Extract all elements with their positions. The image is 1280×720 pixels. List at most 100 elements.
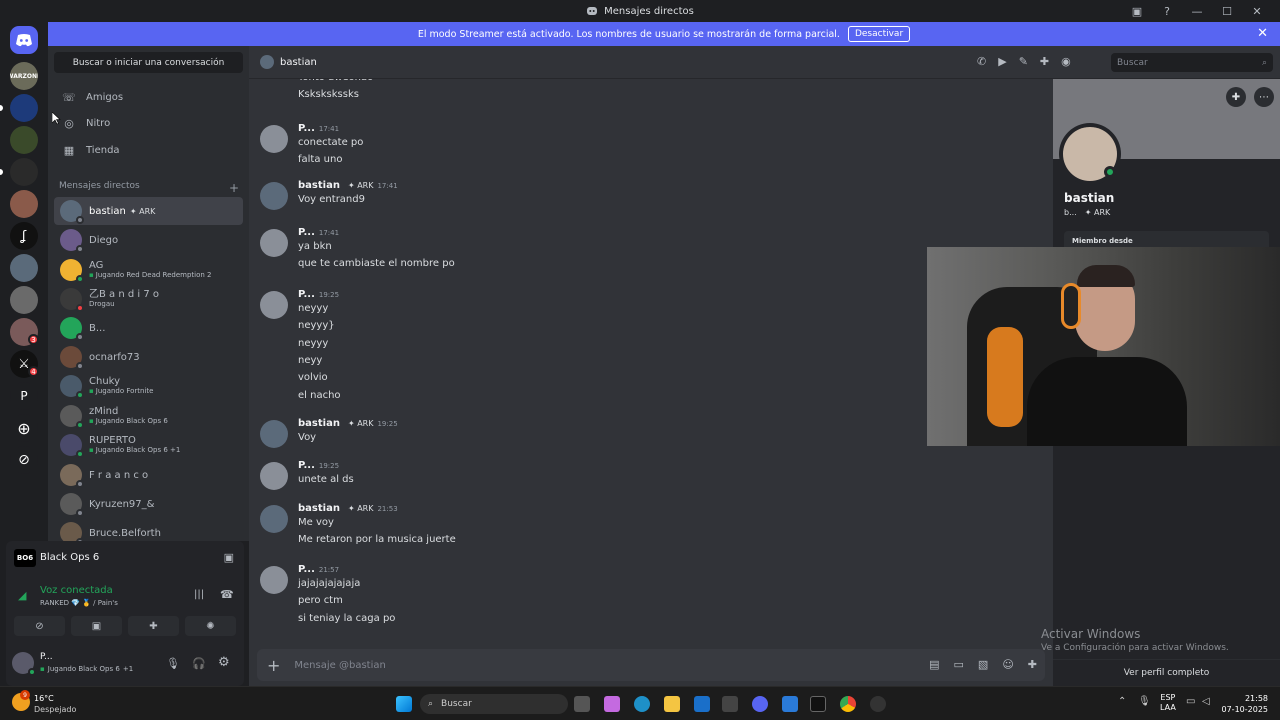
dm-item[interactable]: Diego (54, 226, 243, 254)
message-author[interactable]: P... (298, 460, 315, 471)
dm-item[interactable]: Bruce.Belforth (54, 519, 243, 541)
help-icon[interactable]: ? (1152, 0, 1182, 22)
home-button[interactable] (10, 26, 38, 54)
avatar[interactable] (260, 125, 288, 153)
avatar[interactable] (260, 420, 288, 448)
pin-icon[interactable]: ✎ (1019, 55, 1028, 68)
settings-icon[interactable]: ⚙ (218, 655, 230, 670)
avatar[interactable] (260, 229, 288, 257)
server-7[interactable] (10, 254, 38, 282)
microphone-icon[interactable]: 🎙 (166, 657, 180, 670)
add-attachment-icon[interactable]: + (267, 656, 280, 675)
inbox-icon[interactable]: ▣ (1122, 0, 1152, 22)
add-friend-icon[interactable]: ✚ (1226, 87, 1246, 107)
clock[interactable]: 21:58 07-10-2025 (1222, 693, 1269, 715)
headphones-icon[interactable]: 🎧 (192, 657, 206, 670)
dm-item[interactable]: 乙B a n d i 7 o Drogau (54, 285, 243, 313)
avatar[interactable] (260, 462, 288, 490)
more-options-icon[interactable]: ⋯ (1254, 87, 1274, 107)
noise-suppression-icon[interactable]: ||| (194, 589, 204, 600)
taskbar-search[interactable]: ⌕ Buscar (420, 694, 568, 714)
call-icon[interactable]: ✆ (977, 55, 986, 68)
create-dm-button[interactable]: + (229, 181, 239, 195)
message-author[interactable]: P... (298, 564, 315, 575)
server-5[interactable] (10, 190, 38, 218)
start-icon[interactable] (396, 696, 412, 712)
tray-mic-icon[interactable]: 🎙 (1138, 696, 1151, 707)
network-icon[interactable]: ▭ (1186, 696, 1195, 707)
deactivate-button[interactable]: Desactivar (847, 26, 911, 42)
find-conversation-button[interactable]: Buscar o iniciar una conversación (54, 52, 243, 73)
server-4[interactable] (10, 158, 38, 186)
dm-item[interactable]: F r a a n c o (54, 461, 243, 489)
tray-overflow-icon[interactable]: ⌃ (1118, 696, 1126, 707)
sticker-icon[interactable]: ▧ (978, 658, 988, 671)
message-author[interactable]: P... (298, 289, 315, 300)
search-input[interactable]: Buscar ⌕ (1111, 53, 1273, 72)
app-icon[interactable] (870, 696, 886, 712)
message-author[interactable]: bastian (298, 180, 340, 191)
message-author[interactable]: P... (298, 123, 315, 134)
chrome-icon[interactable] (840, 696, 856, 712)
dm-item[interactable]: AG ▪ Jugando Red Dead Redemption 2 (54, 256, 243, 284)
share-screen-icon[interactable]: ▣ (71, 616, 122, 636)
server-warzone[interactable]: WARZONE (10, 62, 38, 90)
sidebar-item-nitro[interactable]: ◎ Nitro (54, 111, 243, 135)
soundboard-icon[interactable]: ✺ (185, 616, 236, 636)
file-explorer-icon[interactable] (664, 696, 680, 712)
minimize-button[interactable]: — (1182, 0, 1212, 22)
edge-icon[interactable] (634, 696, 650, 712)
call-of-duty-icon[interactable] (810, 696, 826, 712)
gift-icon[interactable]: ▤ (929, 658, 939, 671)
task-view-icon[interactable] (574, 696, 590, 712)
avatar[interactable] (260, 566, 288, 594)
dm-item[interactable]: B... (54, 314, 243, 342)
message-author[interactable]: P... (298, 227, 315, 238)
recipient-name[interactable]: bastian (280, 57, 317, 68)
view-full-profile-button[interactable]: Ver perfil completo (1053, 659, 1280, 686)
sidebar-item-shop[interactable]: ▦ Tienda (54, 138, 243, 162)
close-window-button[interactable]: ✕ (1242, 0, 1272, 22)
camera-off-icon[interactable]: ⊘ (14, 616, 65, 636)
dm-item[interactable]: bastian ✦ ARK (54, 197, 243, 225)
activity-icon[interactable]: ✚ (128, 616, 179, 636)
app-icon[interactable] (722, 696, 738, 712)
sidebar-item-friends[interactable]: ☏ Amigos (54, 85, 243, 109)
add-friends-icon[interactable]: ✚ (1040, 55, 1049, 68)
emoji-icon[interactable]: ☺ (1002, 658, 1013, 671)
apps-icon[interactable]: ✚ (1028, 658, 1037, 671)
gif-icon[interactable]: ▭ (954, 658, 964, 671)
composer-placeholder[interactable]: Mensaje @bastian (294, 660, 385, 671)
video-icon[interactable]: ▶ (998, 55, 1006, 68)
server-6[interactable]: ʆ (10, 222, 38, 250)
language-indicator[interactable]: ESP LAA (1160, 693, 1176, 713)
message-composer[interactable]: + Mensaje @bastian ▤ ▭ ▧ ☺ ✚ (257, 649, 1045, 681)
close-icon[interactable]: ✕ (1257, 26, 1268, 41)
user-profile-icon[interactable]: ◉ (1061, 55, 1071, 68)
dm-item[interactable]: Chuky ▪ Jugando Fortnite (54, 372, 243, 400)
avatar[interactable] (260, 505, 288, 533)
server-3[interactable] (10, 126, 38, 154)
avatar[interactable] (260, 182, 288, 210)
screen-share-icon[interactable]: ▣ (224, 551, 234, 564)
copilot-icon[interactable] (604, 696, 620, 712)
volume-icon[interactable]: ◁ (1202, 696, 1210, 707)
dm-item[interactable]: zMind ▪ Jugando Black Ops 6 (54, 402, 243, 430)
disconnect-icon[interactable]: ☎ (220, 588, 234, 601)
user-name[interactable]: P... (40, 652, 53, 662)
server-8[interactable] (10, 286, 38, 314)
voice-status[interactable]: Voz conectada (40, 585, 113, 596)
store-icon[interactable] (694, 696, 710, 712)
server-2[interactable] (10, 94, 38, 122)
discover-icon[interactable]: ⊘ (10, 446, 38, 474)
message-author[interactable]: bastian (298, 503, 340, 514)
dm-item[interactable]: ocnarfo73 (54, 343, 243, 371)
dm-item[interactable]: RUPERTO ▪ Jugando Black Ops 6 +1 (54, 431, 243, 459)
maximize-button[interactable]: ☐ (1212, 0, 1242, 22)
add-server-icon[interactable]: ⊕ (10, 414, 38, 442)
discord-taskbar-icon[interactable] (752, 696, 768, 712)
avatar[interactable] (260, 291, 288, 319)
message-author[interactable]: bastian (298, 418, 340, 429)
server-p[interactable]: P (10, 382, 38, 410)
dm-item[interactable]: Kyruzen97_& (54, 490, 243, 518)
